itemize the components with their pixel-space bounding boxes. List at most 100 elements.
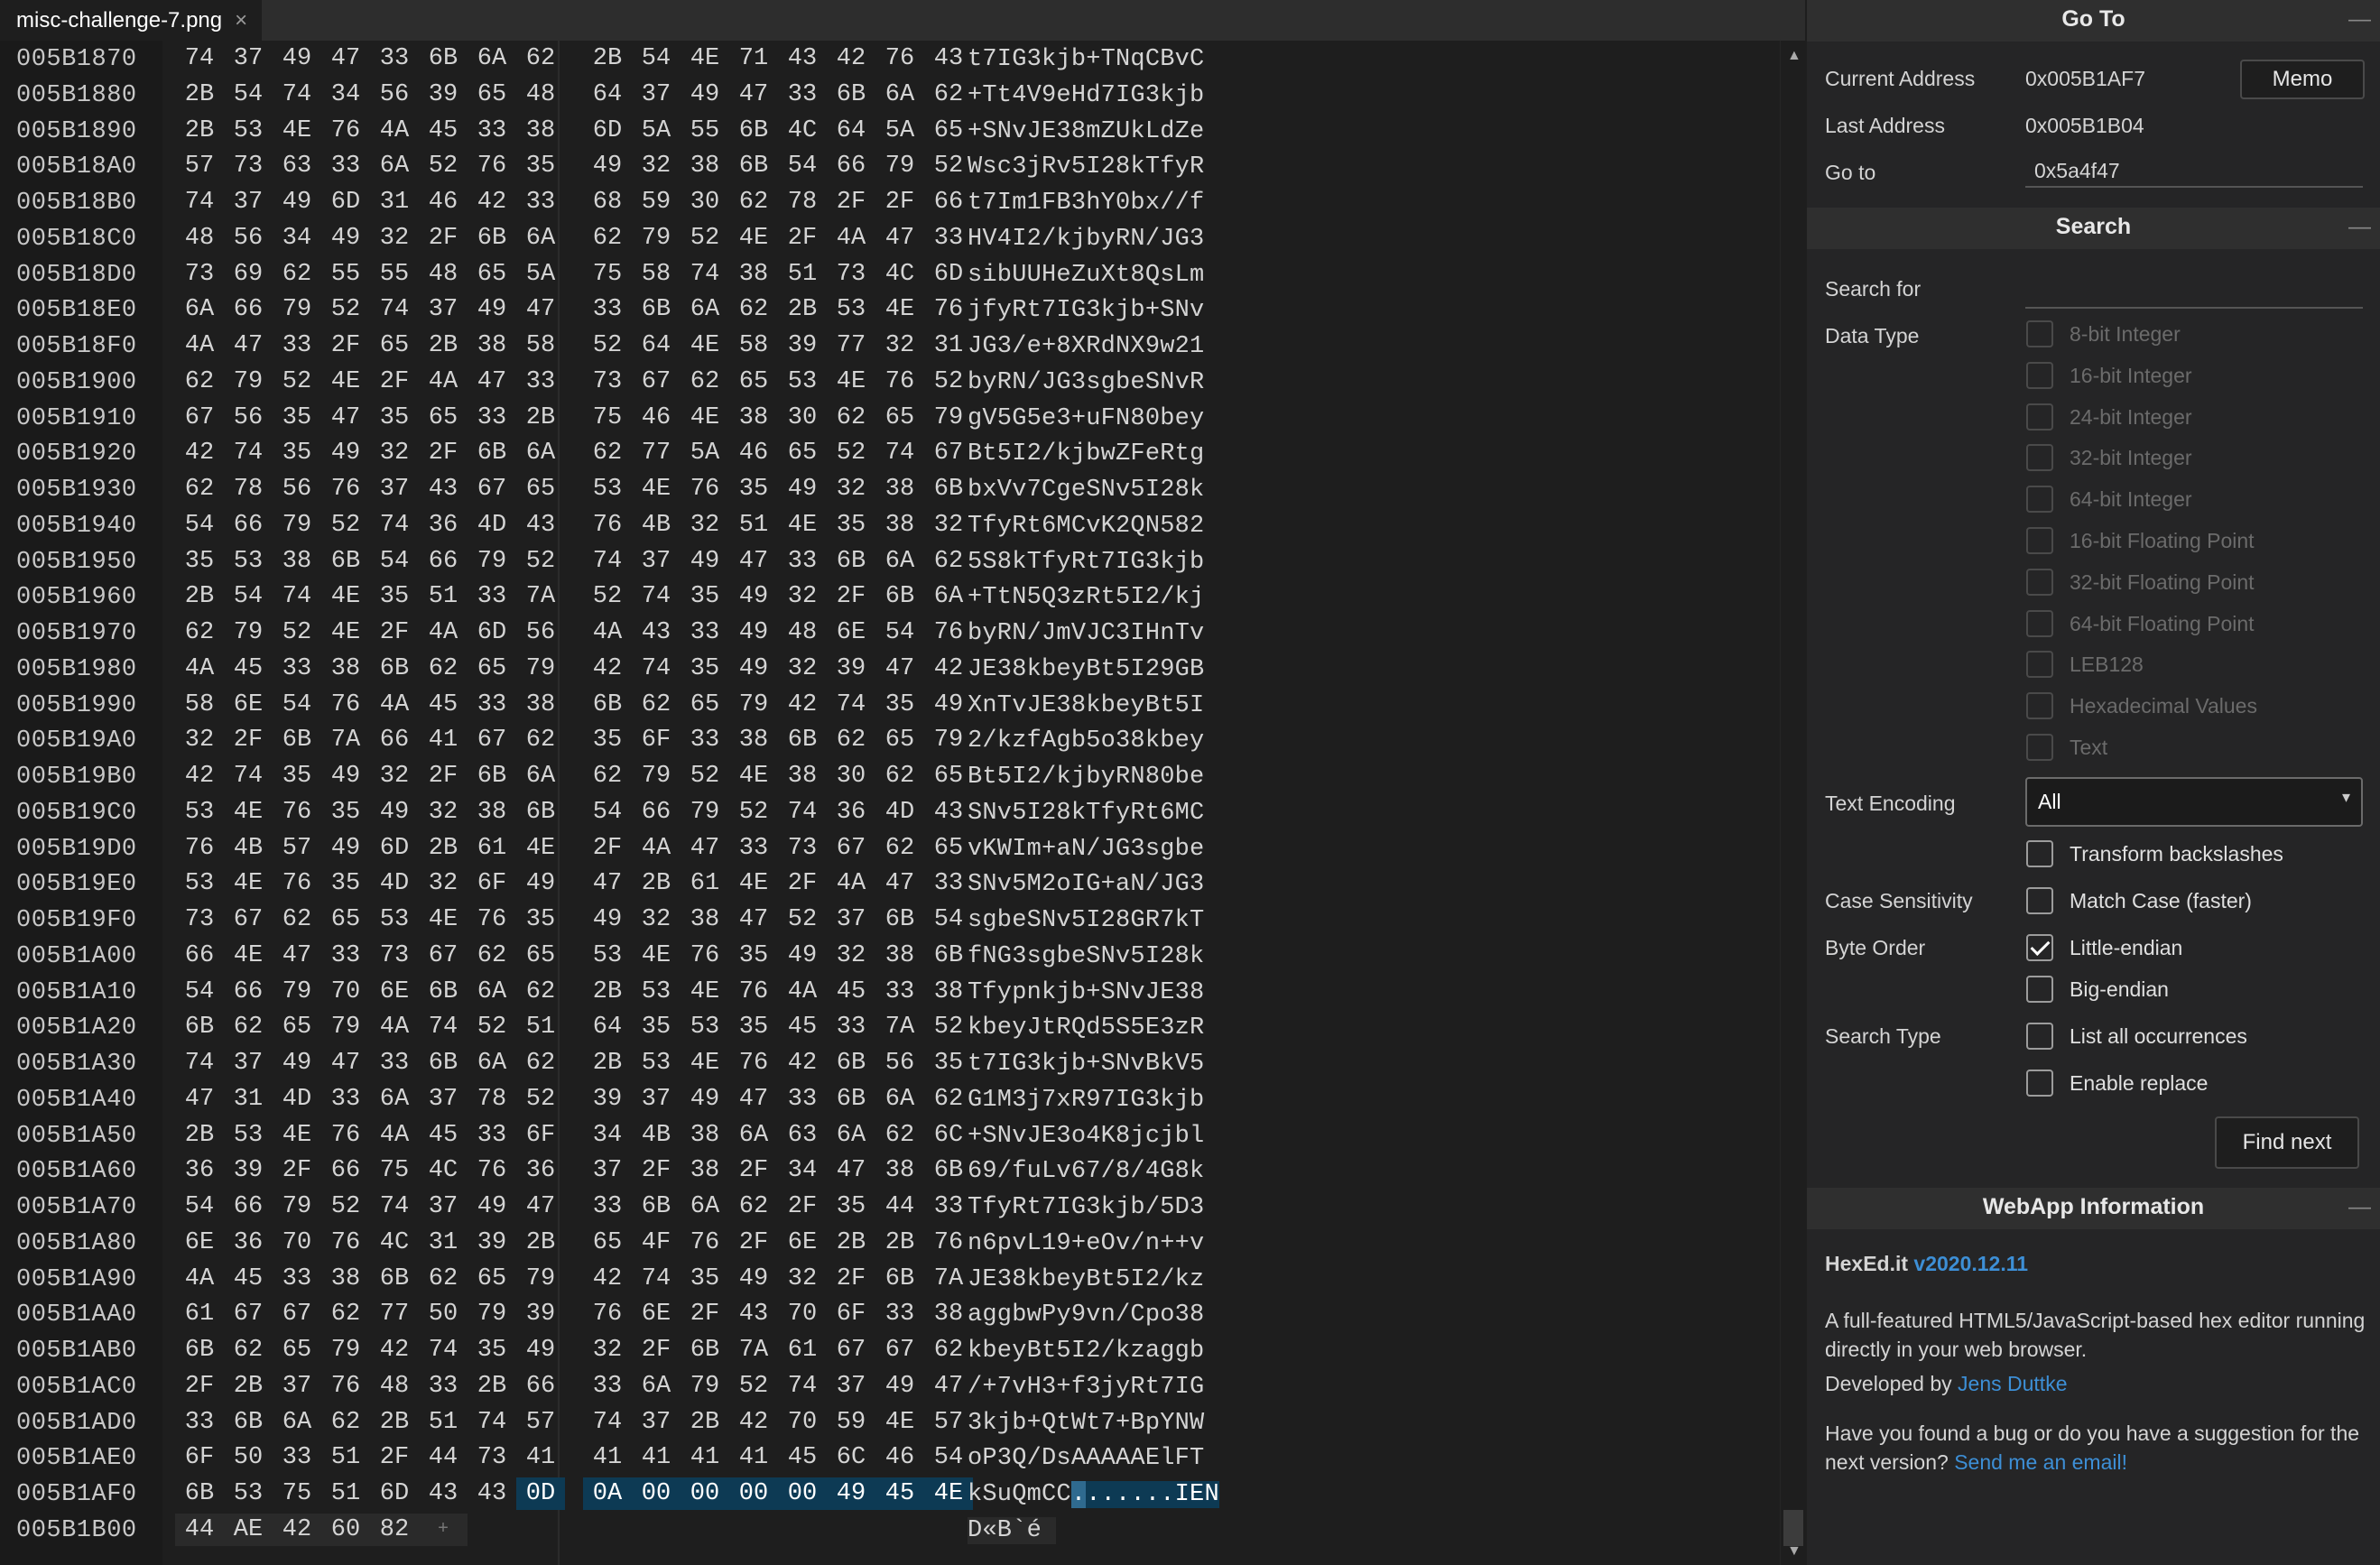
hex-byte[interactable]: 54 bbox=[175, 509, 224, 542]
hex-byte[interactable]: 62 bbox=[924, 1334, 973, 1366]
hex-byte[interactable]: 64 bbox=[827, 115, 875, 147]
hex-byte[interactable]: 2F bbox=[419, 222, 468, 255]
big-endian-checkbox[interactable] bbox=[2026, 976, 2053, 1003]
hex-byte[interactable]: 42 bbox=[583, 653, 632, 685]
hex-byte[interactable]: 6B bbox=[468, 222, 516, 255]
hex-byte[interactable]: 4A bbox=[175, 653, 224, 685]
ascii-text[interactable]: 69/fuLv67/8/4G8k bbox=[968, 1158, 1204, 1185]
data-type-checkbox[interactable] bbox=[2026, 692, 2053, 720]
hex-byte[interactable]: 43 bbox=[419, 473, 468, 505]
ascii-text[interactable]: sibUUHeZuXt8QsLm bbox=[968, 262, 1204, 289]
hex-byte[interactable]: 6B bbox=[419, 42, 468, 75]
hex-byte[interactable]: 54 bbox=[175, 976, 224, 1008]
hex-byte[interactable]: 62 bbox=[583, 437, 632, 469]
ascii-text[interactable]: vKWIm+aN/JG3sgbe bbox=[968, 836, 1204, 863]
hex-byte[interactable]: 45 bbox=[827, 976, 875, 1008]
hex-byte[interactable]: 79 bbox=[224, 366, 273, 398]
collapse-goto-icon[interactable]: — bbox=[2348, 0, 2371, 38]
hex-byte[interactable]: 6F bbox=[516, 1119, 565, 1152]
hex-byte[interactable]: 54 bbox=[370, 545, 419, 578]
hex-byte[interactable]: 52 bbox=[419, 150, 468, 182]
hex-byte[interactable]: 57 bbox=[924, 1406, 973, 1439]
hex-byte[interactable]: 62 bbox=[729, 186, 778, 218]
data-type-checkbox[interactable] bbox=[2026, 361, 2053, 389]
hex-byte[interactable]: 4B bbox=[632, 509, 681, 542]
hex-byte[interactable]: 79 bbox=[924, 402, 973, 434]
hex-byte[interactable]: 4A bbox=[370, 115, 419, 147]
ascii-text[interactable]: jfyRt7IG3kjb+SNv bbox=[968, 297, 1204, 324]
hex-byte[interactable]: 61 bbox=[681, 867, 729, 900]
hex-byte[interactable]: 6B bbox=[175, 1011, 224, 1043]
hex-byte[interactable]: 6A bbox=[875, 1083, 924, 1116]
hex-byte[interactable]: 65 bbox=[924, 832, 973, 865]
hex-byte[interactable]: 47 bbox=[516, 293, 565, 326]
hex-byte[interactable]: 6B bbox=[827, 545, 875, 578]
hex-byte[interactable]: 41 bbox=[681, 1441, 729, 1474]
find-next-button[interactable]: Find next bbox=[2215, 1116, 2359, 1169]
hex-byte[interactable]: 35 bbox=[729, 473, 778, 505]
hex-byte[interactable]: 35 bbox=[468, 1334, 516, 1366]
hex-byte[interactable]: 37 bbox=[419, 1083, 468, 1116]
hex-byte[interactable]: 66 bbox=[224, 976, 273, 1008]
ascii-text[interactable]: JG3/e+8XRdNX9w21 bbox=[968, 333, 1204, 360]
developer-link[interactable]: Jens Duttke bbox=[1958, 1372, 2067, 1395]
hex-byte[interactable]: 53 bbox=[224, 1477, 273, 1510]
hex-byte[interactable]: 6A bbox=[468, 976, 516, 1008]
hex-byte[interactable]: 4E bbox=[632, 940, 681, 972]
hex-byte[interactable]: 41 bbox=[632, 1441, 681, 1474]
ascii-text[interactable]: +Tt4V9eHd7IG3kjb bbox=[968, 82, 1204, 109]
hex-byte[interactable]: 45 bbox=[419, 689, 468, 721]
hex-byte[interactable]: 6E bbox=[827, 616, 875, 649]
hex-byte[interactable]: 4D bbox=[370, 867, 419, 900]
hex-byte[interactable]: 74 bbox=[468, 1406, 516, 1439]
ascii-text[interactable]: TfyRt6MCvK2QN582 bbox=[968, 513, 1204, 540]
hex-byte[interactable]: 69 bbox=[224, 258, 273, 291]
hex-byte[interactable]: 32 bbox=[778, 580, 827, 613]
hex-byte[interactable]: 76 bbox=[681, 473, 729, 505]
hex-byte[interactable]: 62 bbox=[681, 366, 729, 398]
hex-byte[interactable]: 65 bbox=[924, 760, 973, 792]
hex-byte[interactable]: 35 bbox=[370, 402, 419, 434]
hex-byte[interactable]: 47 bbox=[729, 79, 778, 111]
hex-byte[interactable]: 4E bbox=[681, 329, 729, 362]
hex-byte[interactable]: 6F bbox=[175, 1441, 224, 1474]
hex-byte[interactable]: 51 bbox=[778, 258, 827, 291]
hex-byte[interactable]: 31 bbox=[224, 1083, 273, 1116]
hex-byte[interactable]: 38 bbox=[321, 1263, 370, 1295]
hex-byte[interactable]: 33 bbox=[681, 724, 729, 756]
hex-byte[interactable]: 49 bbox=[778, 940, 827, 972]
hex-byte[interactable]: 4A bbox=[827, 222, 875, 255]
memo-button[interactable]: Memo bbox=[2240, 60, 2365, 99]
hex-byte[interactable]: 67 bbox=[273, 1298, 321, 1330]
hex-byte[interactable]: 44 bbox=[175, 1513, 224, 1546]
hex-byte[interactable]: 66 bbox=[632, 796, 681, 829]
hex-byte[interactable]: 73 bbox=[583, 366, 632, 398]
hex-byte[interactable]: 77 bbox=[370, 1298, 419, 1330]
hex-byte[interactable]: 67 bbox=[875, 1334, 924, 1366]
hex-byte[interactable]: 38 bbox=[729, 724, 778, 756]
hex-byte[interactable]: 62 bbox=[516, 976, 565, 1008]
hex-byte[interactable]: 2F bbox=[321, 329, 370, 362]
hex-byte[interactable]: 39 bbox=[583, 1083, 632, 1116]
hex-byte[interactable]: 62 bbox=[224, 1011, 273, 1043]
hex-byte[interactable]: 6A bbox=[516, 437, 565, 469]
ascii-text[interactable]: fNG3sgbeSNv5I28k bbox=[968, 943, 1204, 970]
hex-byte[interactable]: 49 bbox=[468, 293, 516, 326]
hex-byte[interactable]: 51 bbox=[419, 1406, 468, 1439]
hex-editor[interactable]: 005B1870 74 37 49 47 33 6B 6A 62 2B 54 4E 71 43 42 76 43… bbox=[0, 41, 1780, 1565]
hex-byte[interactable]: 74 bbox=[583, 1406, 632, 1439]
hex-byte[interactable]: 4E bbox=[419, 903, 468, 936]
hex-byte[interactable]: 76 bbox=[468, 1154, 516, 1187]
hex-byte[interactable]: 0D bbox=[516, 1477, 565, 1510]
hex-byte[interactable]: 6E bbox=[175, 1227, 224, 1259]
hex-byte[interactable]: 2F bbox=[632, 1154, 681, 1187]
ascii-text[interactable]: kbeyJtRQd5S5E3zR bbox=[968, 1014, 1204, 1042]
hex-byte[interactable]: AE bbox=[224, 1513, 273, 1546]
hex-byte[interactable]: 2F bbox=[419, 760, 468, 792]
hex-byte[interactable]: 33 bbox=[370, 42, 419, 75]
hex-byte[interactable]: 33 bbox=[875, 976, 924, 1008]
hex-byte[interactable]: 76 bbox=[321, 473, 370, 505]
hex-byte[interactable]: 75 bbox=[583, 258, 632, 291]
hex-byte[interactable]: 49 bbox=[681, 1083, 729, 1116]
hex-byte[interactable]: 65 bbox=[468, 1263, 516, 1295]
